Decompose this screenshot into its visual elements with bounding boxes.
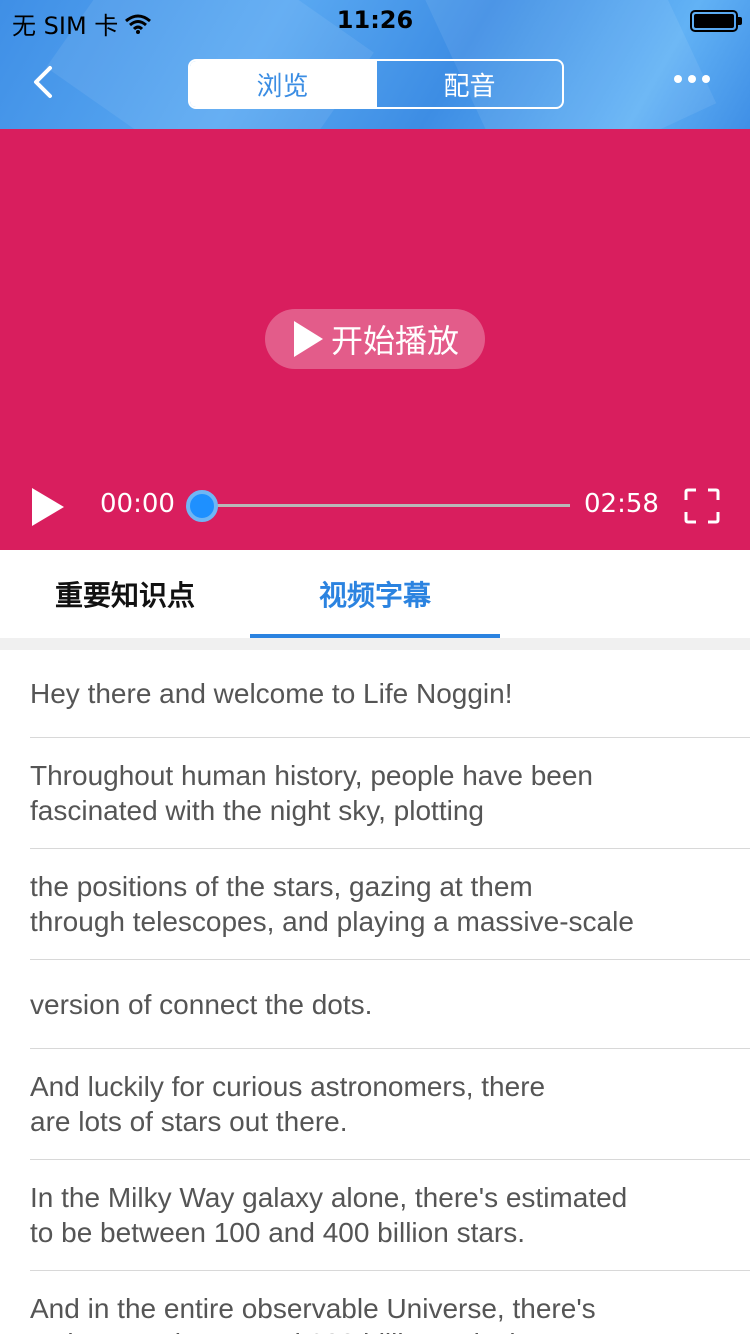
subtitle-item[interactable]: And luckily for curious astronomers, the… [0,1049,750,1159]
battery-icon [690,10,742,32]
progress-track[interactable] [202,504,570,507]
status-time: 11:26 [336,6,414,34]
start-play-button[interactable]: 开始播放 [265,309,485,369]
fullscreen-button[interactable] [684,488,720,528]
subtitle-text: the positions of the stars, gazing at th… [30,871,634,937]
subtitle-item[interactable]: Hey there and welcome to Life Noggin! [0,650,750,737]
back-button[interactable] [24,60,64,104]
video-player[interactable]: 开始播放 00:00 02:58 [0,129,750,550]
subtitle-item[interactable]: the positions of the stars, gazing at th… [0,849,750,959]
subtitle-text: Throughout human history, people have be… [30,760,593,826]
status-bar: 无 SIM 卡 11:26 [0,0,750,40]
subtitle-item[interactable]: And in the entire observable Universe, t… [0,1271,750,1334]
section-divider [0,638,750,650]
subtitle-text: And luckily for curious astronomers, the… [30,1071,546,1137]
subtitle-list: Hey there and welcome to Life Noggin! Thr… [0,650,750,1334]
more-button[interactable] [674,75,710,83]
subtitle-text: And in the entire observable Universe, t… [30,1293,596,1334]
chevron-left-icon [34,66,52,98]
subtitle-text: version of connect the dots. [30,988,373,1020]
current-time: 00:00 [100,489,175,519]
subtitle-item[interactable]: In the Milky Way galaxy alone, there's e… [0,1160,750,1270]
play-icon [293,321,323,357]
subtitle-item[interactable]: Throughout human history, people have be… [0,738,750,848]
tab-subtitles[interactable]: 视频字幕 [250,550,500,638]
subtitle-text: Hey there and welcome to Life Noggin! [30,678,513,709]
more-dot-icon [702,75,710,83]
progress-thumb[interactable] [186,490,218,522]
mode-segmented-control: 浏览 配音 [188,59,564,109]
play-icon [32,488,64,526]
tab-browse[interactable]: 浏览 [190,61,375,107]
tab-key-points[interactable]: 重要知识点 [0,550,250,638]
start-play-label: 开始播放 [330,322,459,360]
content-tabs: 重要知识点 视频字幕 [0,550,750,638]
subtitle-item[interactable]: version of connect the dots. [0,960,750,1048]
play-button[interactable] [30,486,66,532]
more-dot-icon [688,75,696,83]
subtitle-text: In the Milky Way galaxy alone, there's e… [30,1182,628,1248]
total-time: 02:58 [584,489,659,519]
tab-dubbing[interactable]: 配音 [375,61,562,107]
more-dot-icon [674,75,682,83]
fullscreen-icon [684,488,720,524]
header-bar: 无 SIM 卡 11:26 浏览 配音 [0,0,750,129]
